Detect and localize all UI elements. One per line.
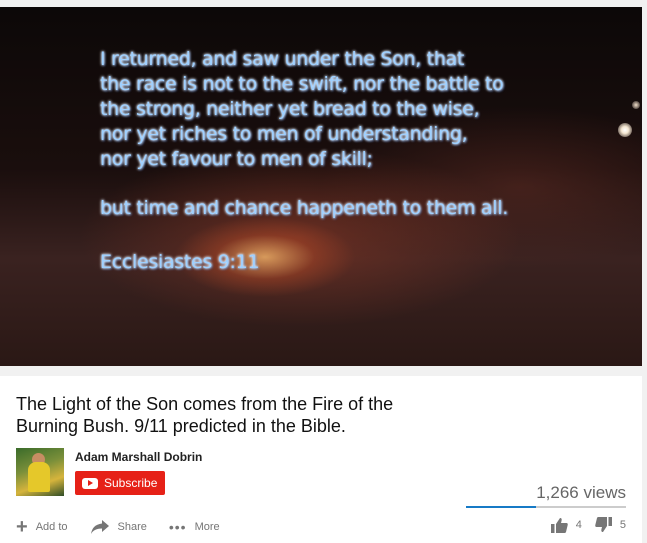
light-glow bbox=[632, 101, 640, 109]
sentiment-bar bbox=[466, 506, 626, 508]
like-count: 4 bbox=[575, 519, 582, 531]
channel-name[interactable]: Adam Marshall Dobrin bbox=[75, 450, 202, 464]
verse-line: the race is not to the swift, nor the ba… bbox=[100, 73, 504, 95]
video-verse-overlay: I returned, and saw under the Son, that … bbox=[100, 47, 620, 275]
view-count: 1,266 views bbox=[536, 483, 626, 502]
youtube-play-icon bbox=[82, 477, 98, 489]
share-label: Share bbox=[117, 521, 147, 533]
more-button[interactable]: ••• More bbox=[168, 519, 220, 535]
share-button[interactable]: Share bbox=[90, 519, 147, 535]
page: I returned, and saw under the Son, that … bbox=[0, 0, 647, 543]
light-glow bbox=[618, 123, 632, 137]
sentiment-bar-likes bbox=[466, 506, 537, 508]
video-title: The Light of the Son comes from the Fire… bbox=[16, 394, 394, 436]
add-to-button[interactable]: + Add to bbox=[16, 516, 68, 538]
video-player[interactable]: I returned, and saw under the Son, that … bbox=[0, 7, 642, 366]
verse-line: the strong, neither yet bread to the wis… bbox=[100, 98, 480, 120]
dislike-count: 5 bbox=[619, 519, 626, 531]
dislike-button[interactable]: 5 bbox=[595, 517, 626, 533]
thumbs-down-icon bbox=[595, 517, 612, 532]
video-info-panel: The Light of the Son comes from the Fire… bbox=[0, 376, 642, 543]
add-to-label: Add to bbox=[35, 521, 68, 533]
verse-line: nor yet favour to men of skill; bbox=[100, 148, 373, 170]
channel-avatar[interactable] bbox=[16, 448, 64, 496]
like-dislike-group: 4 5 bbox=[550, 517, 626, 533]
thumbs-up-icon bbox=[550, 518, 568, 533]
verse-reference: Ecclesiastes 9:11 bbox=[100, 251, 260, 273]
share-arrow-icon bbox=[90, 519, 110, 535]
verse-conclusion: but time and chance happeneth to them al… bbox=[100, 197, 508, 219]
subscribe-label: Subscribe bbox=[104, 476, 158, 490]
more-label: More bbox=[194, 521, 220, 533]
like-button[interactable]: 4 bbox=[550, 517, 582, 533]
subscribe-button[interactable]: Subscribe bbox=[75, 471, 165, 495]
action-bar: + Add to Share ••• More bbox=[16, 517, 242, 537]
plus-icon: + bbox=[16, 516, 28, 538]
verse-line: nor yet riches to men of understanding, bbox=[100, 123, 468, 145]
more-dots-icon: ••• bbox=[168, 519, 187, 535]
verse-line: I returned, and saw under the Son, that bbox=[100, 48, 465, 70]
